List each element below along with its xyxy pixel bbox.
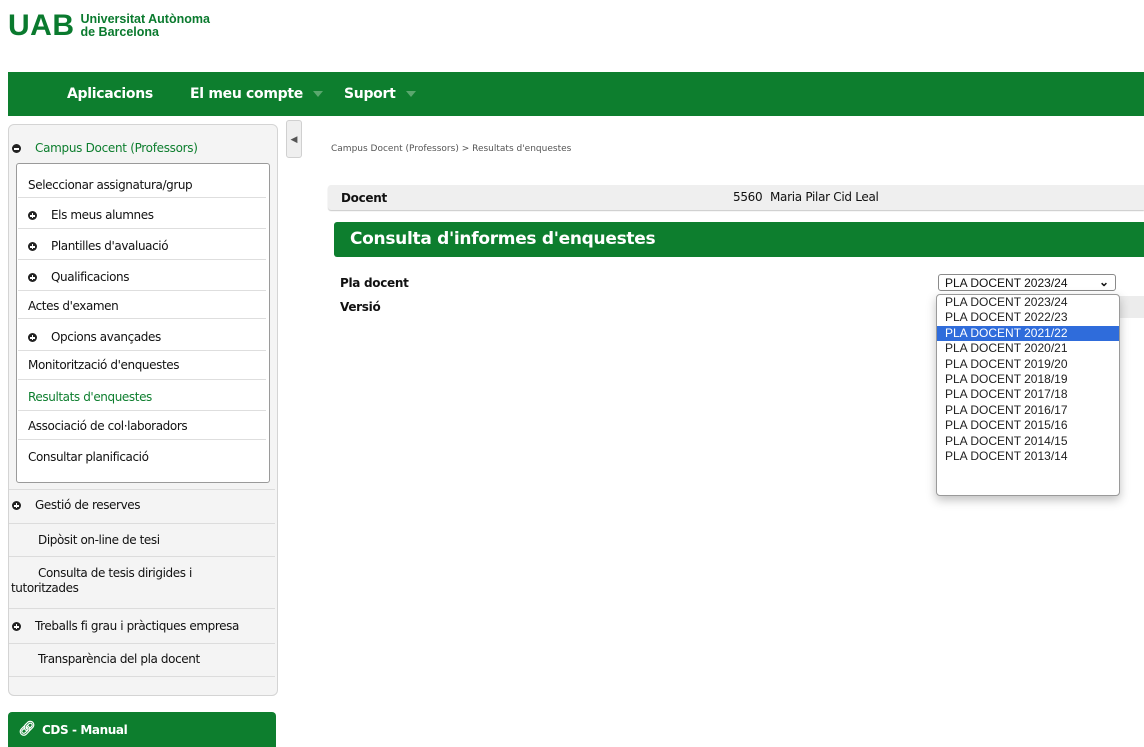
pla-docent-select[interactable]: PLA DOCENT 2023/24 ⌄	[938, 274, 1116, 291]
dropdown-option[interactable]: PLA DOCENT 2022/23	[937, 310, 1119, 325]
sidebar-item-label: Gestió de reserves	[35, 498, 141, 512]
divider	[9, 523, 275, 524]
sidebar-collapse-toggle[interactable]: ◀	[286, 120, 302, 158]
divider	[9, 608, 275, 609]
logo-text: Universitat Autònoma de Barcelona	[81, 13, 210, 39]
divider	[18, 197, 266, 198]
divider	[18, 259, 266, 260]
expand-plus-icon	[28, 242, 37, 251]
cds-manual-link[interactable]: 🔗︎ CDS - Manual	[8, 712, 276, 747]
sidebar-item-label: Qualificacions	[51, 270, 130, 284]
docent-label: Docent	[341, 191, 387, 205]
divider	[18, 439, 266, 440]
expand-plus-icon	[28, 273, 37, 282]
logo-text-line2: de Barcelona	[80, 25, 160, 39]
right-panel-edge	[1118, 296, 1144, 318]
sidebar-item-associacio[interactable]: Associació de col·laboradors	[28, 419, 188, 433]
sidebar-item-label: Els meus alumnes	[51, 208, 154, 222]
nav-el-meu-compte[interactable]: El meu compte	[190, 72, 323, 116]
chevron-left-icon: ◀	[290, 133, 298, 144]
top-nav-bar: Aplicacions El meu compte Suport	[8, 72, 1144, 116]
divider	[9, 489, 275, 490]
divider	[9, 643, 275, 644]
logo-mark: UAB	[8, 9, 75, 42]
divider	[18, 318, 266, 319]
sidebar-item-label: Plantilles d'avaluació	[51, 239, 169, 253]
divider	[18, 228, 266, 229]
sidebar-item-els-meus-alumnes[interactable]: Els meus alumnes	[28, 208, 154, 222]
sidebar-item-treballs-fi-grau[interactable]: Treballs fi grau i pràctiques empresa	[12, 619, 239, 633]
section-title-bar: Consulta d'informes d'enquestes	[334, 222, 1144, 257]
cds-manual-label: CDS - Manual	[42, 723, 128, 737]
divider	[18, 410, 266, 411]
dropdown-option[interactable]: PLA DOCENT 2013/14	[937, 449, 1119, 464]
nav-aplicacions[interactable]: Aplicacions	[67, 72, 153, 116]
sidebar-item-seleccionar-assignatura[interactable]: Seleccionar assignatura/grup	[28, 178, 193, 192]
docent-id: 5560	[733, 190, 763, 204]
uab-logo[interactable]: UAB Universitat Autònoma de Barcelona	[8, 6, 210, 46]
divider	[9, 676, 275, 677]
sidebar-section-campus-docent[interactable]: Campus Docent (Professors)	[12, 141, 198, 155]
divider	[9, 556, 275, 557]
chevron-down-icon: ⌄	[1098, 275, 1109, 289]
dropdown-option[interactable]: PLA DOCENT 2017/18	[937, 387, 1119, 402]
sidebar-item-gestio-reserves[interactable]: Gestió de reserves	[12, 498, 141, 512]
sidebar-item-opcions-avancades[interactable]: Opcions avançades	[28, 330, 161, 344]
nav-suport-label: Suport	[344, 86, 396, 102]
dropdown-option[interactable]: PLA DOCENT 2019/20	[937, 357, 1119, 372]
dropdown-option[interactable]: PLA DOCENT 2020/21	[937, 341, 1119, 356]
divider	[18, 379, 266, 380]
divider	[18, 350, 266, 351]
sidebar-item-transparencia[interactable]: Transparència del pla docent	[38, 652, 200, 666]
nav-el-meu-compte-label: El meu compte	[190, 86, 303, 102]
nav-suport[interactable]: Suport	[344, 72, 416, 116]
dropdown-option[interactable]: PLA DOCENT 2018/19	[937, 372, 1119, 387]
expand-plus-icon	[28, 211, 37, 220]
dropdown-option[interactable]: PLA DOCENT 2023/24	[937, 295, 1119, 310]
sidebar-item-consulta-tesis[interactable]: Consulta de tesis dirigides i tutoritzade…	[11, 566, 192, 596]
expand-plus-icon	[28, 333, 37, 342]
collapse-minus-icon	[12, 144, 21, 153]
chevron-down-icon	[312, 91, 323, 97]
dropdown-option[interactable]: PLA DOCENT 2014/15	[937, 434, 1119, 449]
versio-label: Versió	[340, 300, 381, 314]
sidebar-item-label-line1: Consulta de tesis dirigides i	[38, 566, 192, 580]
sidebar-item-consultar-planificacio[interactable]: Consultar planificació	[28, 450, 149, 464]
expand-plus-icon	[12, 501, 21, 510]
dropdown-option[interactable]: PLA DOCENT 2016/17	[937, 403, 1119, 418]
sidebar-item-resultats-enquestes[interactable]: Resultats d'enquestes	[28, 390, 152, 404]
sidebar-item-qualificacions[interactable]: Qualificacions	[28, 270, 130, 284]
logo-text-line1: Universitat Autònoma	[80, 12, 210, 26]
chevron-down-icon	[405, 91, 416, 97]
docent-name: Maria Pilar Cid Leal	[770, 190, 879, 204]
sidebar-item-diposit-tesi[interactable]: Dipòsit on-line de tesi	[38, 533, 160, 547]
section-title: Consulta d'informes d'enquestes	[350, 229, 656, 249]
sidebar-item-actes-examen[interactable]: Actes d'examen	[28, 299, 119, 313]
sidebar-item-label: Treballs fi grau i pràctiques empresa	[35, 619, 239, 633]
divider	[18, 290, 266, 291]
dropdown-option-highlighted[interactable]: PLA DOCENT 2021/22	[937, 325, 1119, 342]
pla-docent-select-value: PLA DOCENT 2023/24	[945, 276, 1068, 290]
pla-docent-label: Pla docent	[340, 276, 409, 290]
docent-info-row: Docent 5560 Maria Pilar Cid Leal	[328, 185, 1144, 210]
pla-docent-dropdown: PLA DOCENT 2023/24 PLA DOCENT 2022/23 PL…	[936, 294, 1120, 496]
sidebar-item-plantilles[interactable]: Plantilles d'avaluació	[28, 239, 169, 253]
link-icon: 🔗︎	[18, 721, 36, 737]
expand-plus-icon	[12, 622, 21, 631]
breadcrumb: Campus Docent (Professors) > Resultats d…	[331, 144, 572, 154]
sidebar-item-label: Opcions avançades	[51, 330, 161, 344]
sidebar-item-monitoritzacio[interactable]: Monitorització d'enquestes	[28, 358, 180, 372]
dropdown-option[interactable]: PLA DOCENT 2015/16	[937, 418, 1119, 433]
sidebar-section-title: Campus Docent (Professors)	[35, 141, 198, 155]
sidebar-item-label-line2: tutoritzades	[11, 581, 79, 595]
